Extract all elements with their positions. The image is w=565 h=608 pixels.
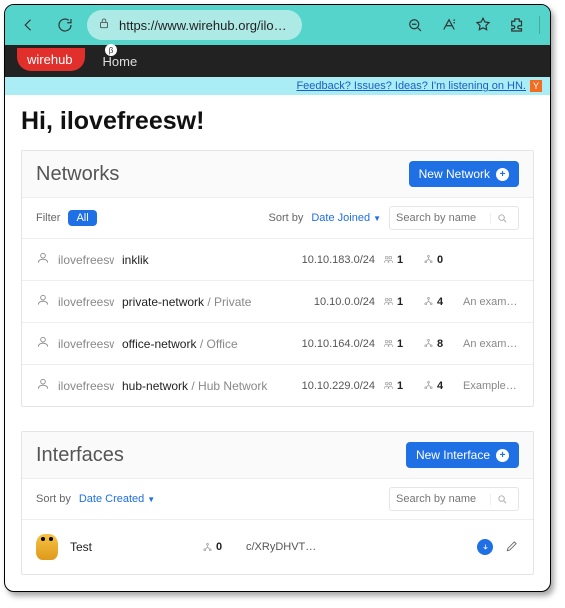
- search-input[interactable]: [390, 493, 490, 505]
- beta-badge: β: [105, 44, 117, 56]
- back-button[interactable]: [15, 11, 43, 39]
- description: An example of an office network: [463, 338, 519, 350]
- network-row[interactable]: ilovefreesw hub-network / Hub Network 10…: [22, 365, 533, 406]
- interfaces-card: Interfaces New Interface+ Sort by Date C…: [21, 431, 534, 575]
- user-icon: [36, 377, 50, 394]
- links-stat: 0: [423, 254, 455, 266]
- peers-stat: 1: [383, 296, 415, 308]
- new-network-button[interactable]: New Network+: [409, 161, 519, 187]
- zoom-icon[interactable]: [403, 13, 427, 37]
- cidr: 10.10.183.0/24: [290, 254, 375, 266]
- peers-stat: 1: [383, 338, 415, 350]
- cidr: 10.10.0.0/24: [290, 296, 375, 308]
- network-name: hub-network / Hub Network: [122, 379, 282, 393]
- networks-search[interactable]: [389, 206, 519, 230]
- browser-toolbar: https://www.wirehub.org/ilov…: [5, 5, 550, 45]
- owner: ilovefreesw: [58, 379, 114, 393]
- search-icon[interactable]: [490, 213, 514, 224]
- owner: ilovefreesw: [58, 337, 114, 351]
- read-aloud-icon[interactable]: [437, 13, 461, 37]
- links-stat: 0: [202, 541, 234, 553]
- sort-select[interactable]: Date Created▼: [79, 493, 155, 505]
- owner: ilovefreesw: [58, 253, 114, 267]
- page-title: Hi, ilovefreesw!: [21, 107, 534, 136]
- new-interface-button[interactable]: New Interface+: [406, 442, 519, 468]
- sort-select[interactable]: Date Joined▼: [311, 212, 381, 224]
- user-icon: [36, 293, 50, 310]
- public-key: c/XRyDHVT…: [246, 541, 356, 553]
- peers-stat: 1: [383, 380, 415, 392]
- network-name: private-network / Private: [122, 295, 282, 309]
- interfaces-title: Interfaces: [36, 444, 124, 467]
- chevron-down-icon: ▼: [373, 214, 381, 223]
- plus-icon: +: [496, 449, 509, 462]
- network-name: office-network / Office: [122, 337, 282, 351]
- network-row[interactable]: ilovefreesw private-network / Private 10…: [22, 281, 533, 323]
- peers-stat: 1: [383, 254, 415, 266]
- description: An example private network: [463, 296, 519, 308]
- feedback-link[interactable]: Feedback? Issues? Ideas? I'm listening o…: [296, 80, 526, 92]
- network-row[interactable]: ilovefreesw office-network / Office 10.1…: [22, 323, 533, 365]
- links-stat: 4: [423, 380, 455, 392]
- toolbar-divider: [539, 16, 540, 34]
- address-bar[interactable]: https://www.wirehub.org/ilov…: [87, 10, 302, 40]
- search-icon[interactable]: [490, 494, 514, 505]
- edit-button[interactable]: [505, 539, 519, 556]
- cidr: 10.10.164.0/24: [290, 338, 375, 350]
- owner: ilovefreesw: [58, 295, 114, 309]
- network-row[interactable]: ilovefreesw inklik 10.10.183.0/24 1 0: [22, 239, 533, 281]
- networks-title: Networks: [36, 163, 119, 186]
- links-stat: 8: [423, 338, 455, 350]
- sort-label: Sort by: [269, 212, 304, 224]
- filter-all-pill[interactable]: All: [68, 210, 96, 226]
- network-name: inklik: [122, 253, 282, 267]
- interface-avatar: [36, 534, 58, 560]
- brand-logo[interactable]: wirehub: [17, 48, 85, 71]
- networks-card: Networks New Network+ Filter All Sort by…: [21, 150, 534, 407]
- search-input[interactable]: [390, 212, 490, 224]
- url-text: https://www.wirehub.org/ilov…: [119, 18, 292, 33]
- filter-label: Filter: [36, 212, 60, 224]
- sort-label: Sort by: [36, 493, 71, 505]
- lock-icon: [97, 16, 111, 35]
- plus-icon: +: [496, 168, 509, 181]
- hn-badge[interactable]: Y: [530, 80, 542, 92]
- user-icon: [36, 335, 50, 352]
- refresh-button[interactable]: [51, 11, 79, 39]
- links-stat: 4: [423, 296, 455, 308]
- app-header: wirehub β Home: [5, 45, 550, 77]
- nav-home[interactable]: Home: [103, 54, 138, 69]
- description: Example of a Hub Network: [463, 380, 519, 392]
- extensions-icon[interactable]: [505, 13, 529, 37]
- interfaces-search[interactable]: [389, 487, 519, 511]
- interface-name: Test: [70, 540, 190, 554]
- interface-row[interactable]: Test 0 c/XRyDHVT…: [22, 520, 533, 574]
- download-button[interactable]: [477, 539, 493, 555]
- cidr: 10.10.229.0/24: [290, 380, 375, 392]
- chevron-down-icon: ▼: [147, 495, 155, 504]
- favorite-icon[interactable]: [471, 13, 495, 37]
- user-icon: [36, 251, 50, 268]
- feedback-banner: Feedback? Issues? Ideas? I'm listening o…: [5, 77, 550, 95]
